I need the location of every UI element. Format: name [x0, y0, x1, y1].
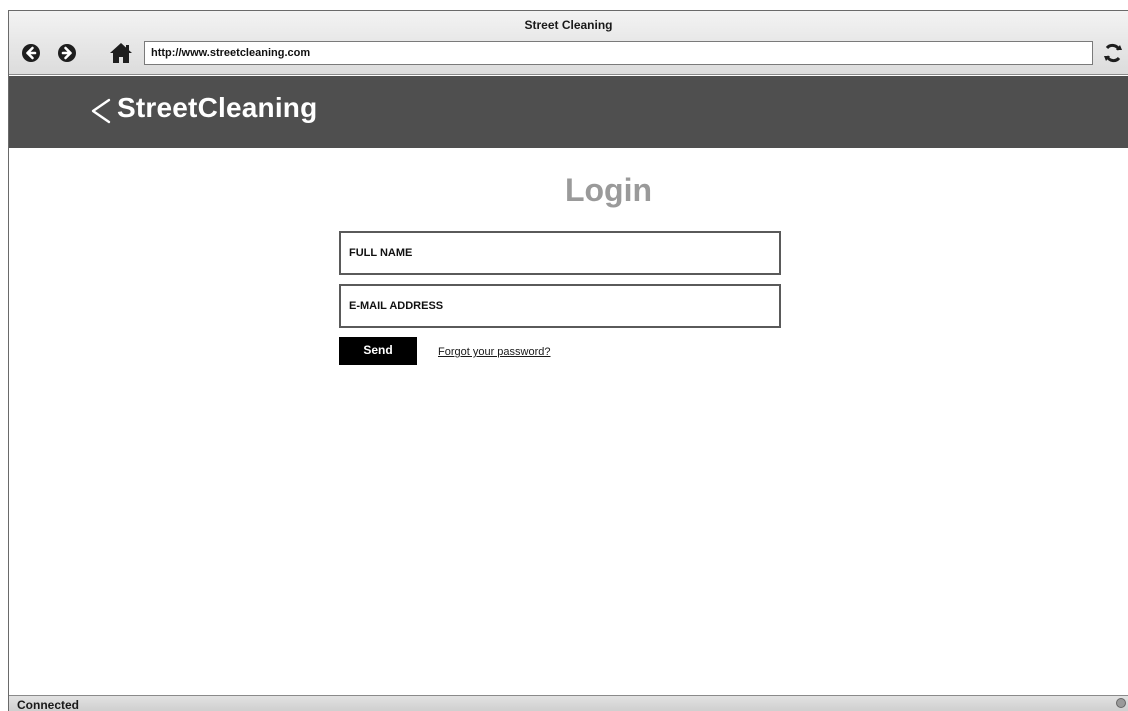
- site-brand: StreetCleaning: [117, 92, 318, 123]
- window-title: Street Cleaning: [524, 18, 613, 32]
- home-icon[interactable]: [109, 42, 133, 64]
- reload-icon[interactable]: [1102, 42, 1124, 64]
- chevron-left-icon[interactable]: [89, 98, 115, 124]
- forward-arrow-icon[interactable]: [58, 44, 76, 62]
- email-field[interactable]: E-MAIL ADDRESS: [339, 284, 781, 328]
- back-arrow-icon[interactable]: [22, 44, 40, 62]
- resize-grip-icon[interactable]: [1116, 698, 1126, 708]
- forgot-password-link[interactable]: Forgot your password?: [438, 346, 551, 358]
- full-name-field[interactable]: FULL NAME: [339, 231, 781, 275]
- send-button[interactable]: Send: [339, 337, 417, 365]
- address-bar[interactable]: http://www.streetcleaning.com: [144, 41, 1093, 65]
- browser-chrome: Street Cleaning http://www.streetcleanin…: [9, 11, 1128, 75]
- status-bar: Connected: [9, 695, 1128, 711]
- login-title: Login: [564, 172, 653, 208]
- site-header: StreetCleaning: [9, 76, 1128, 148]
- status-text: Connected: [17, 698, 80, 711]
- browser-window: Street Cleaning http://www.streetcleanin…: [8, 10, 1128, 711]
